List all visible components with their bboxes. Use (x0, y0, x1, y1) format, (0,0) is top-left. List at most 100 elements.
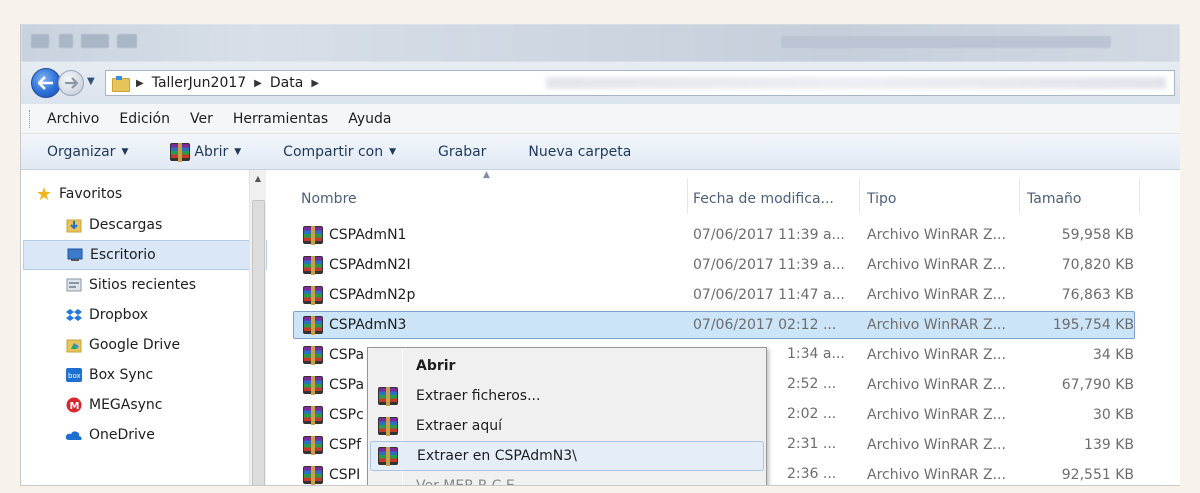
file-date: 07/06/2017 11:39 a... (693, 227, 845, 243)
nav-item-descargas[interactable]: Descargas (21, 210, 271, 240)
menu-bar: Archivo Edición Ver Herramientas Ayuda (21, 104, 1180, 134)
file-date: 07/06/2017 11:39 a... (693, 257, 845, 273)
file-date: 07/06/2017 11:47 a... (693, 287, 845, 303)
column-divider[interactable] (1019, 178, 1020, 214)
folder-icon (112, 76, 130, 92)
winrar-icon (170, 142, 191, 162)
forward-arrow-icon (65, 77, 78, 89)
file-size: 76,863 KB (1061, 287, 1134, 303)
winrar-icon (378, 417, 398, 436)
forward-button[interactable] (58, 70, 84, 96)
explorer-window: ▼ ▶ TallerJun2017 ▶ Data ▶ Archivo Edici… (20, 24, 1180, 486)
column-header-date[interactable]: Fecha de modifica... (693, 186, 834, 212)
menu-herramientas[interactable]: Herramientas (233, 111, 328, 127)
context-extract-files[interactable]: Extraer ficheros... (370, 381, 764, 411)
file-name: CSPa (329, 347, 365, 363)
context-open[interactable]: Abrir (370, 351, 764, 381)
new-folder-button[interactable]: Nueva carpeta (528, 144, 631, 160)
winrar-archive-icon (303, 256, 323, 275)
menu-archivo[interactable]: Archivo (47, 111, 99, 127)
open-button[interactable]: Abrir ▼ (170, 142, 241, 162)
column-divider[interactable] (859, 178, 860, 214)
breadcrumb-data[interactable]: Data (270, 75, 303, 91)
desktop-icon (66, 247, 84, 263)
quick-save-icon[interactable] (59, 34, 73, 48)
back-button[interactable] (31, 68, 61, 98)
file-name: CSPc (329, 407, 364, 423)
winrar-archive-icon (303, 376, 323, 395)
winrar-archive-icon (303, 286, 323, 305)
context-extract-here-label: Extraer aquí (416, 418, 503, 434)
menu-ayuda[interactable]: Ayuda (348, 111, 391, 127)
downloads-folder-icon (65, 217, 83, 233)
file-row[interactable]: CSPAdmN2p 07/06/2017 11:47 a... Archivo … (273, 280, 1180, 310)
file-size: 59,958 KB (1061, 227, 1134, 243)
breadcrumb-tallerjun2017[interactable]: TallerJun2017 (152, 75, 246, 91)
column-header-size[interactable]: Tamaño (1027, 186, 1081, 212)
winrar-archive-icon (303, 406, 323, 425)
winrar-icon (378, 387, 398, 406)
nav-item-megasync[interactable]: M MEGAsync (21, 390, 271, 420)
sort-ascending-icon: ▲ (483, 170, 490, 180)
column-divider[interactable] (687, 178, 688, 214)
nav-favorites[interactable]: ★ Favoritos (21, 170, 271, 210)
burn-button[interactable]: Grabar (438, 144, 486, 160)
file-size: 67,790 KB (1061, 377, 1134, 393)
file-type: Archivo WinRAR Z... (867, 407, 1006, 423)
context-extract-to-folder[interactable]: Extraer en CSPAdmN3\ (370, 441, 764, 471)
chevron-right-icon[interactable]: ▶ (311, 78, 319, 89)
file-size: 30 KB (1092, 407, 1134, 423)
nav-item-onedrive[interactable]: OneDrive (21, 420, 271, 450)
share-button[interactable]: Compartir con ▼ (283, 144, 396, 160)
menu-ver[interactable]: Ver (190, 111, 213, 127)
file-size: 92,551 KB (1061, 467, 1134, 483)
context-extract-here[interactable]: Extraer aquí (370, 411, 764, 441)
nav-item-google-drive[interactable]: Google Drive (21, 330, 271, 360)
file-name: CSPAdmN3 (329, 317, 407, 333)
column-divider[interactable] (1139, 178, 1140, 214)
command-bar: Organizar ▼ Abrir ▼ Compartir con ▼ Grab… (21, 134, 1180, 170)
recent-pages-dropdown-icon[interactable]: ▼ (87, 76, 95, 87)
file-row[interactable]: CSPAdmN2I 07/06/2017 11:39 a... Archivo … (273, 250, 1180, 280)
nav-item-box-sync[interactable]: box Box Sync (21, 360, 271, 390)
file-name: CSPf (329, 437, 362, 453)
address-box[interactable]: ▶ TallerJun2017 ▶ Data ▶ (105, 70, 1175, 96)
file-date: 2:31 ... (787, 436, 837, 452)
svg-text:M: M (70, 401, 80, 412)
column-header-row: ▲ Nombre Fecha de modifica... Tipo Tamañ… (273, 170, 1180, 220)
onedrive-cloud-icon (65, 427, 83, 443)
nav-item-dropbox[interactable]: Dropbox (21, 300, 271, 330)
open-label: Abrir (194, 143, 229, 160)
nav-item-sitios-recientes[interactable]: Sitios recientes (21, 270, 271, 300)
file-type: Archivo WinRAR Z... (867, 347, 1006, 363)
mega-icon: M (65, 397, 83, 413)
context-more-item[interactable]: Ver MER.R.C.E... (370, 471, 764, 485)
svg-text:box: box (68, 372, 81, 380)
column-header-type[interactable]: Tipo (867, 186, 896, 212)
quick-access-dropdown-icon[interactable] (117, 34, 137, 48)
file-date: 2:36 ... (787, 466, 837, 482)
context-open-label: Abrir (416, 358, 456, 374)
chevron-down-icon: ▼ (121, 146, 129, 157)
organize-button[interactable]: Organizar ▼ (47, 144, 128, 160)
file-row[interactable]: CSPAdmN1 07/06/2017 11:39 a... Archivo W… (273, 220, 1180, 250)
menu-edicion[interactable]: Edición (119, 111, 170, 127)
winrar-archive-icon (303, 466, 323, 485)
file-type: Archivo WinRAR Z... (867, 467, 1006, 483)
quick-undo-icon[interactable] (81, 34, 109, 48)
winrar-archive-icon (303, 316, 323, 335)
nav-item-escritorio[interactable]: Escritorio (23, 240, 267, 270)
file-row-selected[interactable]: CSPAdmN3 07/06/2017 02:12 ... Archivo Wi… (273, 310, 1180, 340)
file-name: CSPI (329, 467, 361, 483)
column-header-name[interactable]: Nombre (301, 186, 357, 212)
winrar-icon (378, 447, 398, 466)
chevron-right-icon[interactable]: ▶ (136, 78, 144, 89)
file-size: 139 KB (1084, 437, 1134, 453)
nav-item-label: Descargas (89, 217, 163, 233)
chevron-right-icon[interactable]: ▶ (254, 78, 262, 89)
nav-scrollbar[interactable]: ▲ (249, 170, 266, 485)
scrollbar-thumb[interactable] (252, 200, 265, 485)
file-date: 1:34 a... (787, 346, 845, 362)
scroll-up-icon[interactable]: ▲ (250, 170, 266, 187)
nav-favorites-label: Favoritos (59, 186, 123, 202)
